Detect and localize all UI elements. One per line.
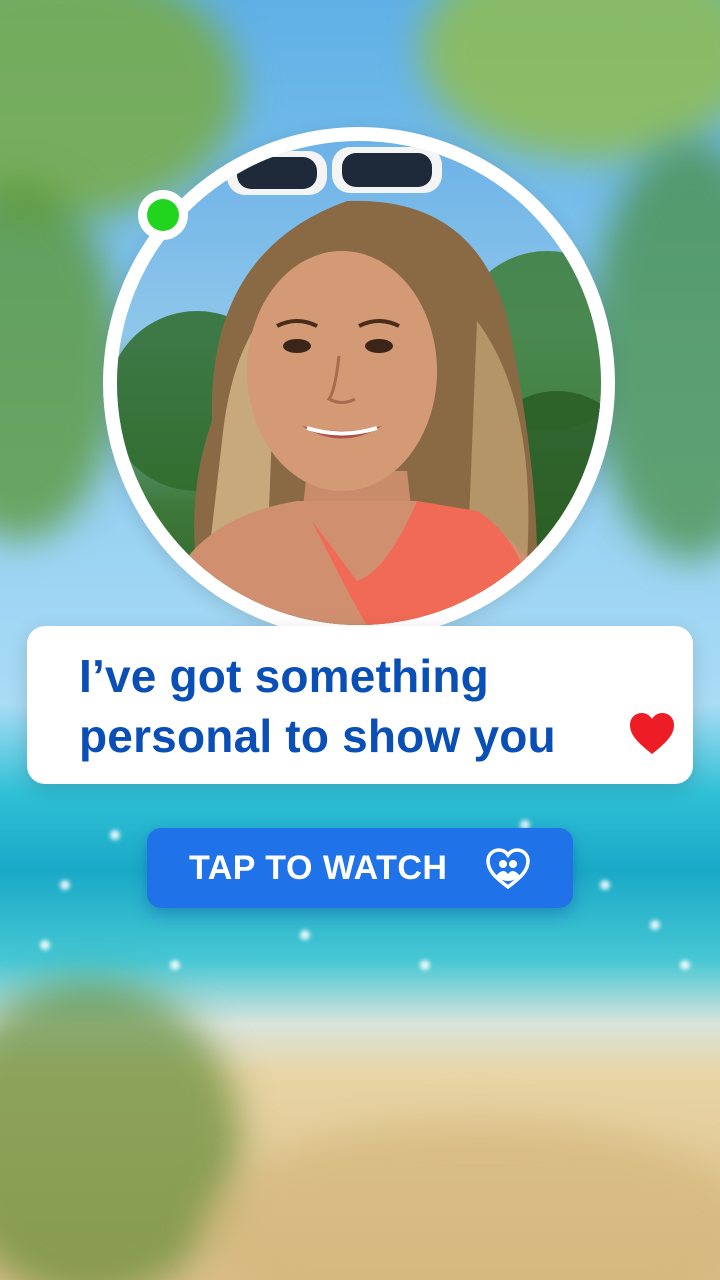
message-text: I’ve got something personal to show you xyxy=(79,646,679,766)
message-line-1: I’ve got something xyxy=(79,650,489,702)
online-status-icon xyxy=(138,190,188,240)
message-line-2: personal to show you xyxy=(79,710,556,762)
message-card: I’ve got something personal to show you xyxy=(27,626,693,784)
ad-screen: I’ve got something personal to show you … xyxy=(0,0,720,1280)
heart-icon xyxy=(630,713,674,754)
cta-label: TAP TO WATCH xyxy=(189,849,448,887)
tap-to-watch-button[interactable]: TAP TO WATCH xyxy=(147,828,573,908)
heart-couple-icon xyxy=(486,848,530,890)
person-photo-illustration xyxy=(117,147,601,625)
profile-photo xyxy=(117,141,601,625)
